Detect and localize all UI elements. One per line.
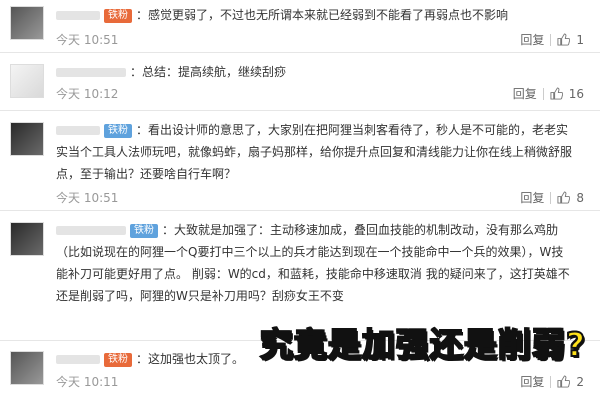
comment-text-line: 点，至于输出？还要啥自行车啊？ (56, 162, 588, 186)
like-count: 16 (568, 86, 584, 101)
comment-item: 铁粉 ：看出设计师的意思了，大家别在把阿狸当刺客看待了，秒人是不可能的，老老实 实… (0, 110, 600, 211)
comment-actions: 回复 16 (513, 85, 584, 102)
divider (550, 33, 552, 46)
divider (550, 375, 552, 388)
overlay-caption: 究竟是加强还是削弱? (259, 324, 586, 365)
comment-timestamp: 今天 10:51 (56, 191, 119, 205)
username-blurred[interactable] (56, 11, 100, 20)
thumbs-up-icon[interactable] (550, 87, 563, 100)
comment-timestamp: 今天 10:11 (56, 375, 119, 389)
comment-text-line: 还是削弱了吗，阿狸的W只是补刀用吗？刮痧女王不变 (56, 284, 588, 308)
username-blurred[interactable] (56, 355, 100, 364)
comment-text-line: 铁粉 ：感觉更弱了，不过也无所谓本来就已经弱到不能看了再弱点也不影响 (56, 3, 588, 27)
fan-badge: 铁粉 (104, 352, 132, 367)
thumbs-up-icon[interactable] (557, 375, 571, 388)
like-count: 8 (576, 190, 584, 205)
comment-text-line: （比如说现在的阿狸一个Q要打中三个以上的兵才能达到现在一个技能命中一个兵的效果）… (56, 240, 588, 264)
reply-button[interactable]: 回复 (513, 85, 537, 102)
reply-button[interactable]: 回复 (520, 189, 544, 206)
fan-badge: 铁粉 (104, 123, 132, 138)
comment-text: 点，至于输出？还要啥自行车啊？ (56, 167, 237, 181)
username-blurred[interactable] (56, 126, 100, 135)
comment-text-line: 实当个工具人法师玩吧，就像蚂蚱，扇子妈那样，给你提升点回复和清线能力让你在线上稍… (56, 140, 588, 164)
reply-button[interactable]: 回复 (520, 373, 544, 390)
comment-text: （比如说现在的阿狸一个Q要打中三个以上的兵才能达到现在一个技能命中一个兵的效果）… (56, 245, 564, 259)
divider (550, 191, 552, 204)
comment-text: 能补刀可能更好用了点。 削弱：W的cd，和蓝耗，技能命中移速取消 我的疑问来了，… (56, 267, 570, 281)
comment-item: 铁粉 ：感觉更弱了，不过也无所谓本来就已经弱到不能看了再弱点也不影响 今天 10:… (0, 0, 600, 53)
username-blurred[interactable] (56, 226, 126, 235)
thumbs-up-icon[interactable] (557, 33, 571, 46)
username-blurred[interactable] (56, 68, 126, 77)
comment-actions: 回复 2 (520, 373, 584, 390)
comment-text: ：这加强也太顶了。 (136, 352, 245, 366)
avatar[interactable] (10, 122, 44, 156)
comment-text: ：看出设计师的意思了，大家别在把阿狸当刺客看待了，秒人是不可能的，老老实 (136, 123, 569, 137)
comment-actions: 回复 1 (520, 31, 584, 48)
divider (542, 87, 544, 100)
avatar[interactable] (10, 64, 44, 98)
reply-button[interactable]: 回复 (520, 31, 544, 48)
comment-text: ：大致就是加强了：主动移速加成，叠回血技能的机制改动，没有那么鸡肋 (162, 223, 559, 237)
fan-badge: 铁粉 (130, 223, 158, 238)
comment-text-line: 能补刀可能更好用了点。 削弱：W的cd，和蓝耗，技能命中移速取消 我的疑问来了，… (56, 262, 588, 286)
avatar[interactable] (10, 222, 44, 256)
comment-text-line: 铁粉 ：看出设计师的意思了，大家别在把阿狸当刺客看待了，秒人是不可能的，老老实 (56, 118, 588, 142)
comment-item: ：总结：提高续航，继续刮痧 今天 10:12 回复 16 (0, 52, 600, 111)
comment-text: ：感觉更弱了，不过也无所谓本来就已经弱到不能看了再弱点也不影响 (136, 8, 509, 22)
thumbs-up-icon[interactable] (557, 191, 571, 204)
avatar[interactable] (10, 351, 44, 385)
comment-actions: 回复 8 (520, 189, 584, 206)
comment-text-line: 铁粉 ：大致就是加强了：主动移速加成，叠回血技能的机制改动，没有那么鸡肋 (56, 218, 588, 242)
like-count: 2 (576, 374, 584, 389)
comment-text: ：总结：提高续航，继续刮痧 (130, 65, 287, 79)
comment-text: 实当个工具人法师玩吧，就像蚂蚱，扇子妈那样，给你提升点回复和清线能力让你在线上稍… (56, 145, 573, 159)
comment-timestamp: 今天 10:51 (56, 33, 119, 47)
comment-text: 还是削弱了吗，阿狸的W只是补刀用吗？刮痧女王不变 (56, 289, 344, 303)
comment-timestamp: 今天 10:12 (56, 87, 119, 101)
fan-badge: 铁粉 (104, 8, 132, 23)
comment-text-line: ：总结：提高续航，继续刮痧 (56, 60, 588, 84)
like-count: 1 (576, 32, 584, 47)
avatar[interactable] (10, 6, 44, 40)
